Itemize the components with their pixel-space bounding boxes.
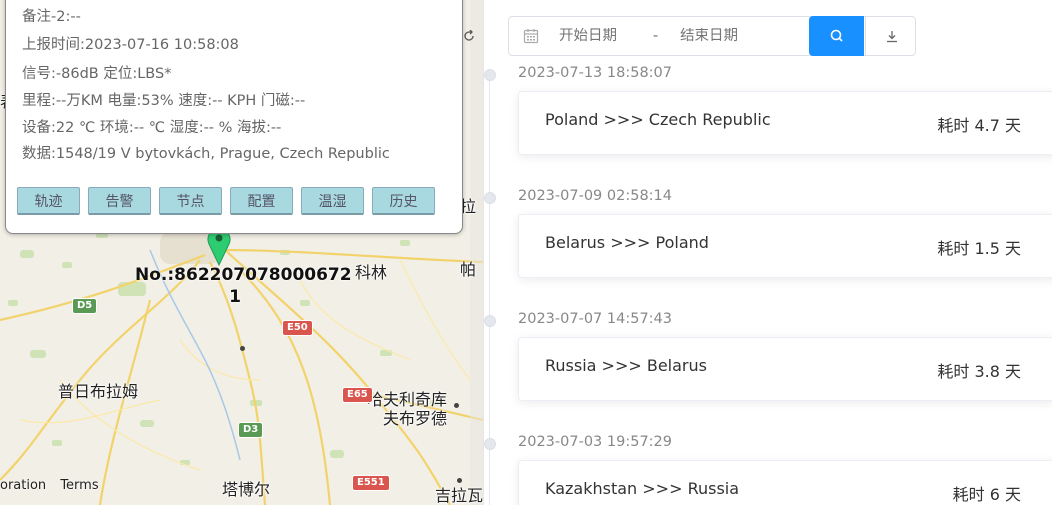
popup-data: 数据:1548/19 V bytovkách, Prague, Czech Re… (22, 146, 390, 162)
popup-remark2: 备注-2:-- (22, 9, 81, 25)
app-root: 拉 表 科林 帕 普日布拉姆 哈夫利奇库 夫布罗德 塔博尔 吉拉瓦 D5 E50… (0, 0, 1052, 505)
calendar-icon (523, 29, 539, 44)
route-text: Belarus >>> Poland (545, 233, 709, 252)
alarm-button[interactable]: 告警 (88, 187, 151, 215)
timeline-card[interactable]: Russia >>> Belarus 耗时 3.8 天 (518, 337, 1052, 401)
map-city-label-pribram: 普日布拉姆 (58, 382, 139, 401)
temp-humidity-button[interactable]: 温湿 (301, 187, 364, 215)
refresh-icon[interactable] (463, 29, 475, 46)
timeline-timestamp: 2023-07-09 02:58:14 (518, 188, 672, 204)
map-city-label-kolin: 科林 (355, 263, 388, 282)
city-dot (454, 403, 459, 408)
popup-mileage: 里程:--万KM 电量:53% 速度:-- KPH 门磁:-- (22, 93, 306, 109)
map-city-label-havlickuv-2: 夫布罗德 (383, 409, 448, 428)
map-view[interactable]: 拉 表 科林 帕 普日布拉姆 哈夫利奇库 夫布罗德 塔博尔 吉拉瓦 D5 E50… (0, 0, 483, 505)
road-shield-d5: D5 (72, 298, 98, 314)
timeline-timestamp: 2023-07-07 14:57:43 (518, 311, 672, 327)
history-button[interactable]: 历史 (372, 187, 435, 215)
road-shield-e65: E65 (342, 387, 373, 403)
map-terms-link[interactable]: Terms (60, 478, 98, 493)
start-date-input[interactable] (559, 28, 649, 44)
duration-text: 耗时 4.7 天 (937, 116, 1021, 135)
map-attribution: oration Terms (0, 478, 109, 493)
search-button[interactable] (809, 16, 864, 56)
timeline-card[interactable]: Poland >>> Czech Republic 耗时 4.7 天 (518, 91, 1052, 155)
popup-signal: 信号:-86dB 定位:LBS* (22, 66, 172, 82)
search-icon (830, 29, 843, 42)
map-city-label-pardubice: 帕 (460, 260, 477, 279)
route-text: Poland >>> Czech Republic (545, 110, 771, 129)
popup-report-time: 上报时间:2023-07-16 10:58:08 (22, 37, 239, 53)
timeline-card[interactable]: Kazakhstan >>> Russia 耗时 6 天 (518, 460, 1052, 505)
node-button[interactable]: 节点 (159, 187, 222, 215)
city-dot (240, 346, 245, 351)
device-label-id: No.:862207078000672 (135, 265, 352, 285)
map-city-label-jihlava: 吉拉瓦 (435, 486, 483, 505)
timeline-timestamp: 2023-07-13 18:58:07 (518, 65, 672, 81)
timeline-card[interactable]: Belarus >>> Poland 耗时 1.5 天 (518, 214, 1052, 278)
config-button[interactable]: 配置 (230, 187, 293, 215)
date-separator: - (653, 28, 659, 44)
timeline-dot (484, 192, 496, 204)
route-history-panel: - 2023-07-13 18:58:07 Poland (483, 0, 1052, 505)
download-icon (886, 31, 897, 43)
timeline-timestamp: 2023-07-03 19:57:29 (518, 434, 672, 450)
duration-text: 耗时 3.8 天 (937, 362, 1021, 381)
timeline-dot (484, 315, 496, 327)
road-shield-d3: D3 (238, 422, 264, 438)
track-button[interactable]: 轨迹 (17, 187, 80, 215)
download-button[interactable] (865, 16, 917, 56)
device-label: No.:862207078000672 1 (135, 264, 352, 308)
timeline-dot (484, 69, 496, 81)
road-shield-e50: E50 (282, 320, 313, 336)
city-dot (457, 478, 462, 483)
route-text: Russia >>> Belarus (545, 356, 707, 375)
duration-text: 耗时 6 天 (952, 485, 1021, 504)
route-text: Kazakhstan >>> Russia (545, 479, 740, 498)
date-range-filter: - (508, 16, 916, 56)
device-label-suffix: 1 (229, 287, 241, 307)
timeline-dot (484, 438, 496, 450)
map-attribution-text: oration (0, 478, 47, 493)
device-info-popup: 备注-2:-- 上报时间:2023-07-16 10:58:08 信号:-86d… (5, 0, 463, 234)
popup-actions: 轨迹 告警 节点 配置 温湿 历史 (17, 187, 435, 215)
popup-environment: 设备:22 ℃ 环境:-- ℃ 湿度:-- % 海拔:-- (22, 120, 282, 136)
map-city-label-tabor: 塔博尔 (222, 480, 271, 499)
duration-text: 耗时 1.5 天 (937, 239, 1021, 258)
end-date-input[interactable] (680, 28, 791, 44)
road-shield-e551: E551 (352, 475, 390, 491)
